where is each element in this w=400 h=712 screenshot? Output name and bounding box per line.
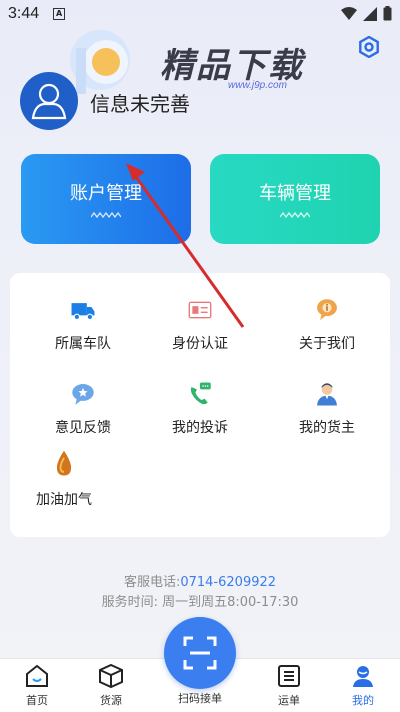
scan-order-label: 扫码接单: [178, 692, 222, 705]
menu-item-label: 我的投诉: [172, 420, 228, 436]
signal-icon: [363, 6, 377, 21]
user-profile-icon: [353, 666, 373, 687]
phone-chat-icon: [190, 382, 211, 405]
menu-item-about[interactable]: 关于我们: [264, 273, 390, 353]
feedback-bubble-icon: [72, 384, 94, 405]
scan-frame-icon: [183, 636, 217, 670]
nav-mine[interactable]: 我的: [328, 663, 398, 708]
menu-item-label: 所属车队: [55, 336, 111, 352]
truck-icon: [71, 303, 95, 321]
nav-cargo-label: 货源: [100, 694, 122, 707]
settings-gear-icon[interactable]: [358, 36, 380, 58]
wifi-icon: [341, 6, 357, 20]
wave-decoration-icon: [91, 211, 121, 219]
box-icon: [99, 663, 123, 689]
account-management-card[interactable]: 账户管理: [21, 154, 191, 244]
status-bar: 3:44 A: [0, 0, 400, 28]
account-management-label: 账户管理: [70, 183, 142, 204]
menu-item-label: 身份认证: [172, 336, 228, 352]
menu-item-label: 关于我们: [299, 336, 355, 352]
service-phone-label: 客服电话:: [123, 575, 181, 590]
nav-waybill[interactable]: 运单: [254, 663, 324, 708]
nav-mine-label: 我的: [352, 694, 374, 707]
nav-waybill-label: 运单: [278, 694, 300, 707]
nav-home[interactable]: 首页: [2, 663, 72, 708]
waybill-list-icon: [278, 665, 300, 687]
scan-order-button[interactable]: [164, 617, 236, 689]
function-menu-panel: 所属车队 身份认证 关于我们 意见反馈 我的投诉 我的货主 加油加气: [10, 273, 390, 537]
nav-cargo[interactable]: 货源: [76, 663, 146, 708]
home-icon: [26, 664, 48, 687]
vehicle-management-label: 车辆管理: [259, 183, 331, 204]
menu-item-fuel[interactable]: 加油加气: [10, 429, 118, 509]
info-bubble-icon: [317, 299, 337, 320]
menu-item-fleet[interactable]: 所属车队: [20, 273, 146, 353]
nav-home-label: 首页: [26, 694, 48, 707]
avatar[interactable]: [20, 72, 78, 130]
user-avatar-icon: [31, 83, 67, 120]
menu-item-label: 加油加气: [36, 492, 92, 508]
notification-a-icon: A: [53, 8, 66, 20]
menu-item-shipper[interactable]: 我的货主: [264, 357, 390, 437]
id-card-icon: [188, 301, 212, 319]
service-phone-link[interactable]: 0714-6209922: [180, 575, 276, 590]
menu-item-feedback[interactable]: 意见反馈: [20, 357, 146, 437]
menu-item-complaint[interactable]: 我的投诉: [137, 357, 263, 437]
menu-item-label: 我的货主: [299, 420, 355, 436]
fuel-drop-icon: [56, 450, 72, 476]
service-phone-line: 客服电话:0714-6209922: [0, 571, 400, 590]
battery-icon: [383, 6, 392, 21]
service-hours: 服务时间: 周一到周五8:00-17:30: [101, 595, 299, 610]
status-time: 3:44: [8, 5, 40, 22]
wave-decoration-icon: [280, 211, 310, 219]
vehicle-management-card[interactable]: 车辆管理: [210, 154, 380, 244]
profile-name[interactable]: 信息未完善: [90, 88, 190, 117]
watermark-url: www.j9p.com: [228, 80, 287, 91]
person-icon: [317, 383, 337, 406]
menu-item-identity[interactable]: 身份认证: [137, 273, 263, 353]
